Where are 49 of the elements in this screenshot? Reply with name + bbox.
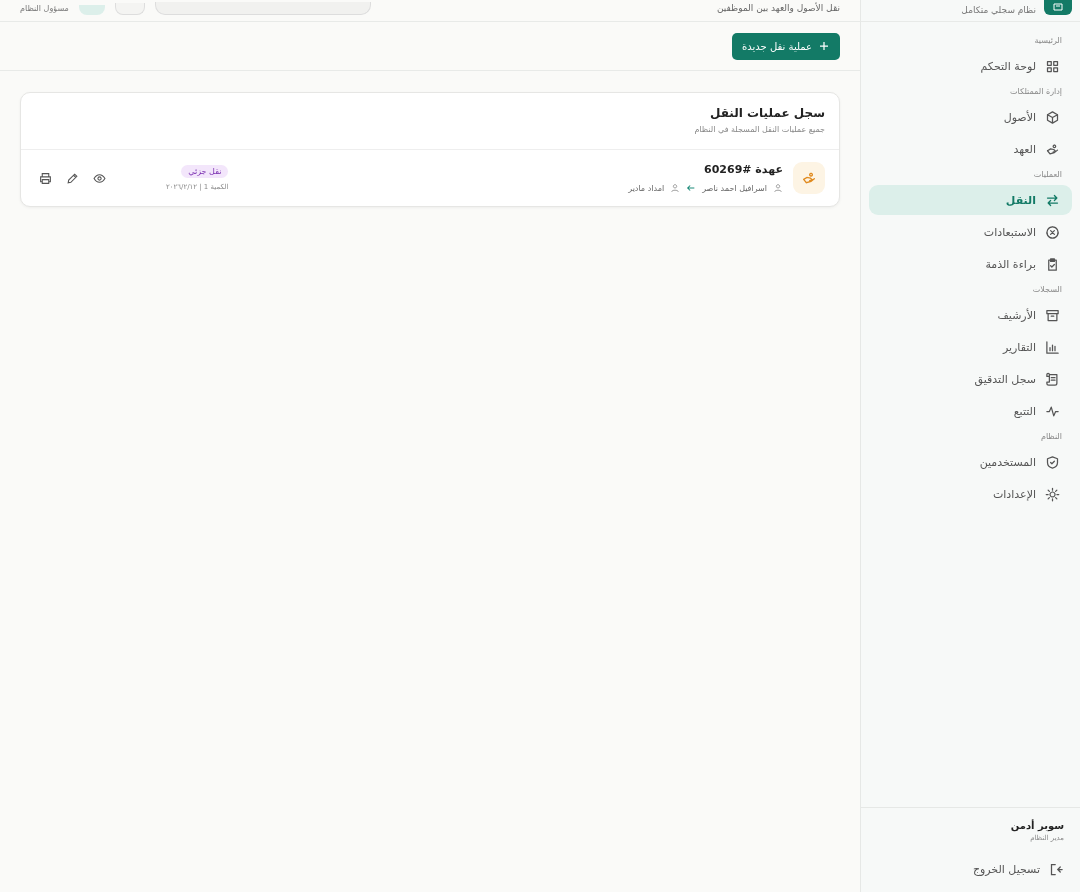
section-heading: الرئيسية — [1033, 35, 1063, 47]
section-heading: العمليات — [1032, 169, 1063, 181]
user-role: مسؤول النظام — [20, 5, 69, 13]
sender-name: اسرافيل احمد ناصر — [702, 183, 767, 193]
section-heading: النظام — [1039, 431, 1063, 443]
nav-item[interactable]: العهد — [869, 134, 1072, 164]
edit-icon[interactable] — [66, 171, 79, 185]
page-subtitle: نقل الأصول والعهد بين الموظفين — [716, 4, 840, 13]
grid-icon — [1045, 58, 1060, 74]
new-transfer-button[interactable]: عملية نقل جديدة — [732, 32, 840, 60]
nav-item[interactable]: الأصول — [869, 102, 1072, 132]
plus-icon — [818, 40, 830, 52]
nav-item[interactable]: الاستبعادات — [869, 217, 1072, 247]
shield-icon — [1045, 454, 1060, 470]
nav-item[interactable]: براءة الذمة — [869, 249, 1072, 279]
nav-item[interactable]: الأرشيف — [869, 300, 1072, 330]
nav-item[interactable]: الإعدادات — [869, 479, 1072, 509]
archive-icon — [1045, 307, 1060, 323]
user-name: سوبر أدمن — [1009, 820, 1064, 831]
settings-icon — [1045, 486, 1060, 502]
transfer-type-badge: نقل جزئي — [181, 165, 229, 178]
hand-icon — [793, 162, 825, 194]
nav-item[interactable]: المستخدمين — [869, 447, 1072, 477]
scroll-icon — [1045, 371, 1060, 387]
nav-item[interactable]: لوحة التحكم — [869, 51, 1072, 81]
swap-arrows-icon — [1045, 192, 1060, 208]
hand-icon — [1045, 141, 1060, 157]
cube-icon — [1045, 109, 1060, 125]
card-subtitle: جميع عمليات النقل المسجلة في النظام — [693, 125, 825, 134]
section-heading: السجلات — [1031, 284, 1063, 296]
person-icon — [670, 183, 681, 193]
nav-item[interactable]: النقل — [869, 185, 1072, 215]
print-icon[interactable] — [39, 171, 52, 185]
clipboard-icon — [1045, 256, 1060, 272]
nav-item[interactable]: التتبع — [869, 396, 1072, 426]
logout-link[interactable]: تسجيل الخروج — [877, 854, 1064, 884]
nav-item[interactable]: التقارير — [869, 332, 1072, 362]
section-heading: إدارة الممتلكات — [1009, 86, 1063, 98]
view-icon[interactable] — [93, 171, 106, 185]
logout-icon — [1049, 861, 1064, 877]
nav-item[interactable]: سجل التدقيق — [869, 364, 1072, 394]
receiver-name: امداد مادير — [628, 183, 665, 193]
search-field[interactable] — [154, 2, 371, 15]
bar-chart-icon — [1045, 339, 1060, 355]
brand-name: نظام سجلي متكامل — [961, 6, 1036, 15]
person-icon — [773, 183, 783, 193]
arrow-icon — [686, 183, 697, 193]
custody-title: عهدة #60269 — [703, 163, 783, 176]
card-title: سجل عمليات النقل — [709, 106, 825, 120]
